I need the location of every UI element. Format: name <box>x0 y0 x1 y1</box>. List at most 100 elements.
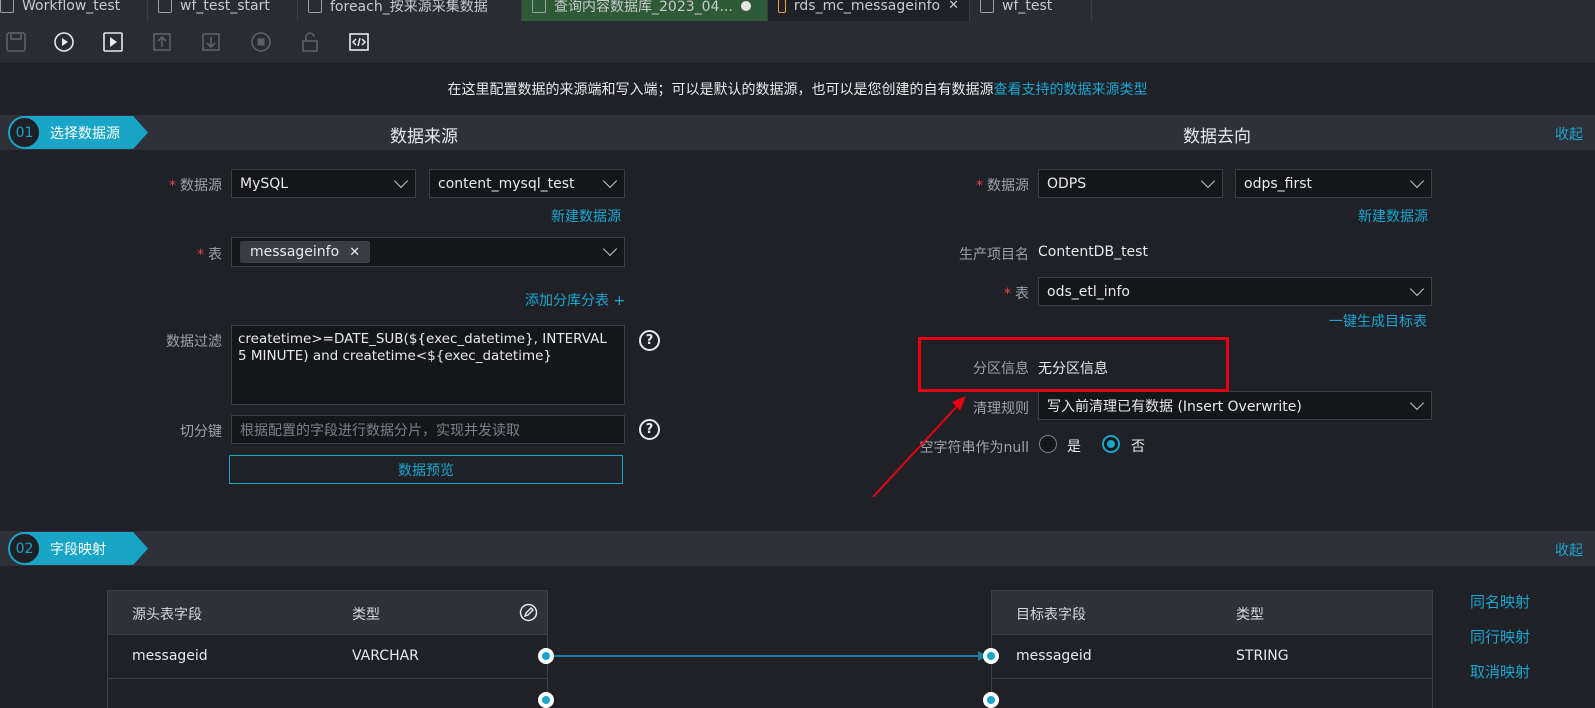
field-name: messageid <box>1016 648 1092 664</box>
null-no-radio[interactable] <box>1102 435 1120 453</box>
step-label: 字段映射 <box>24 532 148 565</box>
same-name-mapping-link[interactable]: 同名映射 <box>1470 591 1530 612</box>
tab-label: rds_mc_messageinfo <box>793 0 941 14</box>
lock-icon[interactable] <box>299 31 321 53</box>
target-table-label: * 表 <box>1004 286 1029 302</box>
publish-icon[interactable] <box>200 31 222 53</box>
target-field-table: 目标表字段 类型 messageid STRING <box>991 590 1433 708</box>
select-value: content_mysql_test <box>438 175 575 192</box>
same-row-mapping-link[interactable]: 同行映射 <box>1470 626 1530 647</box>
supported-types-link[interactable]: 查看支持的数据来源类型 <box>994 82 1148 98</box>
source-name-select[interactable]: content_mysql_test <box>429 169 625 198</box>
notice-text: 在这里配置数据的来源端和写入端；可以是默认的数据源，也可以是您创建的自有数据源 <box>447 82 994 98</box>
run-icon[interactable] <box>53 31 75 53</box>
run-with-params-icon[interactable] <box>102 31 124 53</box>
save-icon[interactable] <box>5 31 27 53</box>
chevron-down-icon <box>602 241 618 257</box>
collapse-link[interactable]: 收起 <box>1555 540 1583 560</box>
editor-tab-bar: Workflow_test wf_test_start foreach_按来源采… <box>0 0 1595 21</box>
null-no-label: 否 <box>1131 439 1145 455</box>
tab-label: wf_test <box>1002 0 1053 14</box>
source-connector-point[interactable] <box>538 648 554 664</box>
step-number: 02 <box>8 532 41 565</box>
stop-icon[interactable] <box>250 31 272 53</box>
tab-foreach[interactable]: foreach_按来源采集数据 <box>298 0 522 21</box>
close-icon[interactable]: ✕ <box>948 0 959 13</box>
column-header: 目标表字段 <box>1016 607 1086 623</box>
tab-query-content-db[interactable]: 查询内容数据库_2023_04... <box>522 0 768 21</box>
tab-wf-test[interactable]: wf_test <box>970 0 1092 21</box>
chevron-down-icon <box>393 173 409 189</box>
di-icon <box>778 0 786 13</box>
remove-tag-icon[interactable]: ✕ <box>349 245 360 260</box>
split-key-input[interactable]: 根据配置的字段进行数据分片，实现并发读取 <box>231 415 625 444</box>
split-key-label: 切分键 <box>180 424 222 440</box>
column-header: 类型 <box>352 607 380 623</box>
data-preview-button[interactable]: 数据预览 <box>229 455 623 484</box>
tag-label: messageinfo <box>250 244 340 260</box>
workflow-icon <box>0 0 14 13</box>
label-text: 数据源 <box>180 178 222 194</box>
source-title: 数据来源 <box>390 127 458 147</box>
help-icon[interactable]: ? <box>639 419 660 440</box>
column-header: 类型 <box>1236 607 1264 623</box>
null-yes-radio[interactable] <box>1039 435 1057 453</box>
step-badge: 02 字段映射 <box>8 532 148 565</box>
field-name: messageid <box>132 648 208 664</box>
generate-target-table-link[interactable]: 一键生成目标表 <box>1329 311 1427 331</box>
section-select-datasource: 01 选择数据源 数据来源 数据去向 收起 <box>0 115 1595 150</box>
submit-icon[interactable] <box>151 31 173 53</box>
target-datasource-label: * 数据源 <box>976 178 1029 194</box>
step-label: 选择数据源 <box>24 116 148 149</box>
help-icon[interactable]: ? <box>639 330 660 351</box>
project-label: 生产项目名 <box>959 247 1029 263</box>
label-text: 表 <box>1015 286 1029 302</box>
source-new-datasource-link[interactable]: 新建数据源 <box>551 206 621 226</box>
script-mode-icon[interactable] <box>348 31 370 53</box>
tab-wf-test-start[interactable]: wf_test_start <box>148 0 298 21</box>
annotation-arrow-icon <box>872 396 966 498</box>
label-text: 表 <box>208 247 222 263</box>
foreach-icon <box>308 0 322 13</box>
select-value: odps_first <box>1244 175 1312 192</box>
target-type-select[interactable]: ODPS <box>1038 169 1223 198</box>
chevron-down-icon <box>1409 281 1425 297</box>
target-new-datasource-link[interactable]: 新建数据源 <box>1358 206 1428 226</box>
workflow-icon <box>158 0 172 13</box>
chevron-down-icon <box>1200 173 1216 189</box>
add-shard-link[interactable]: 添加分库分表 + <box>525 290 625 310</box>
step-badge: 01 选择数据源 <box>8 116 148 149</box>
select-value: ods_etl_info <box>1047 283 1130 300</box>
mapping-connector-line[interactable] <box>540 648 1000 668</box>
target-table-select[interactable]: ods_etl_info <box>1038 277 1432 306</box>
null-yes-label: 是 <box>1067 439 1081 455</box>
source-table-select[interactable]: messageinfo ✕ <box>231 237 625 267</box>
source-field-table: 源头表字段 类型 messageid VARCHAR <box>107 590 548 708</box>
edit-icon[interactable] <box>519 603 538 622</box>
filter-textarea[interactable]: createtime>=DATE_SUB(${exec_datetime}, I… <box>231 325 625 405</box>
collapse-link[interactable]: 收起 <box>1555 124 1583 144</box>
step-number: 01 <box>8 116 41 149</box>
field-type: STRING <box>1236 648 1289 664</box>
column-header: 源头表字段 <box>132 607 202 623</box>
select-value: ODPS <box>1047 175 1087 192</box>
section-field-mapping: 02 字段映射 收起 <box>0 531 1595 566</box>
tab-rds-mc-messageinfo[interactable]: rds_mc_messageinfo ✕ <box>768 0 970 21</box>
table-header-row: 目标表字段 类型 <box>992 591 1432 635</box>
target-connector-point[interactable] <box>983 692 999 708</box>
toolbar <box>0 21 1595 63</box>
tab-label: foreach_按来源采集数据 <box>330 0 488 15</box>
filter-label: 数据过滤 <box>166 334 222 350</box>
cancel-mapping-link[interactable]: 取消映射 <box>1470 661 1530 682</box>
table-row: messageid STRING <box>992 635 1432 679</box>
source-connector-point[interactable] <box>538 692 554 708</box>
source-type-select[interactable]: MySQL <box>231 169 416 198</box>
tab-workflow-test[interactable]: Workflow_test <box>0 0 148 21</box>
table-row: messageid VARCHAR <box>108 635 547 679</box>
chevron-down-icon <box>1409 395 1425 411</box>
target-title: 数据去向 <box>1183 127 1251 147</box>
target-name-select[interactable]: odps_first <box>1235 169 1432 198</box>
clean-rule-select[interactable]: 写入前清理已有数据 (Insert Overwrite) <box>1038 391 1432 420</box>
target-connector-point[interactable] <box>983 648 999 664</box>
tab-label: 查询内容数据库_2023_04... <box>554 0 733 15</box>
